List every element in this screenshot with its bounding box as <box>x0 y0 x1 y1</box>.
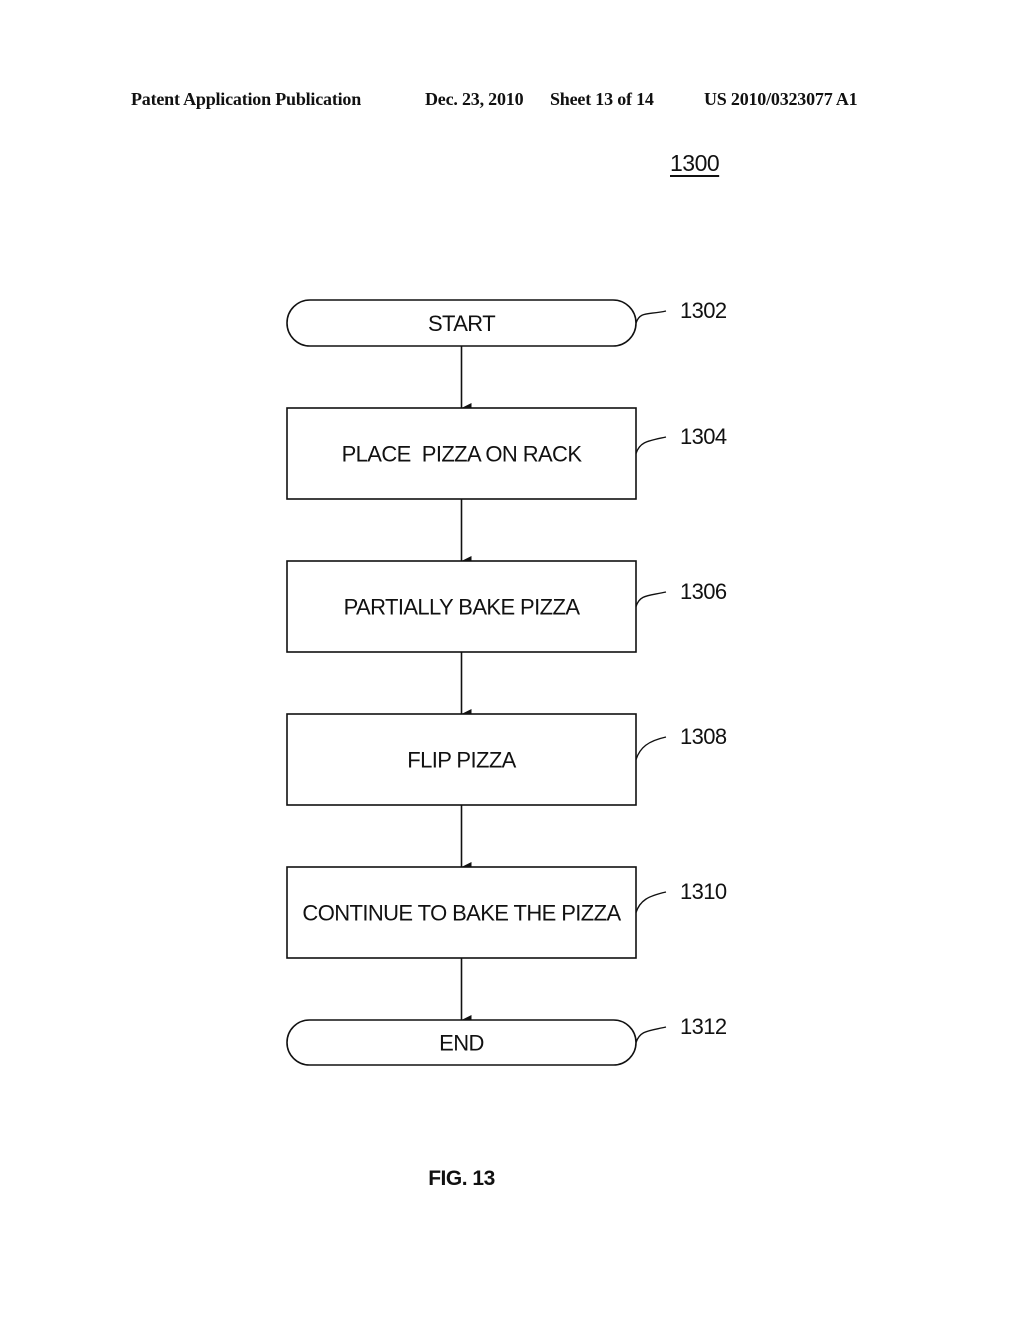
node-label: PLACE PIZZA ON RACK <box>342 442 583 467</box>
reference-leader-line <box>635 591 667 607</box>
process-node-1310: CONTINUE TO BAKE THE PIZZA 1310 <box>286 866 728 959</box>
figure-caption: FIG. 13 <box>428 1167 495 1190</box>
node-label: PARTIALLY BAKE PIZZA <box>344 595 581 620</box>
reference-numeral: 1310 <box>680 879 727 904</box>
terminal-node-start: START 1302 <box>286 298 728 347</box>
flowchart: START 1302 PLACE PIZZA ON RACK 1304 PARTIALL… <box>286 298 728 1066</box>
reference-numeral: 1306 <box>680 579 727 604</box>
node-label: START <box>428 311 495 336</box>
node-label: FLIP PIZZA <box>407 748 516 773</box>
node-label: CONTINUE TO BAKE THE PIZZA <box>302 901 621 926</box>
reference-leader-line <box>635 891 667 913</box>
reference-numeral: 1304 <box>680 424 727 449</box>
terminal-node-end: END 1312 <box>286 1014 728 1066</box>
node-label: END <box>439 1031 484 1056</box>
reference-numeral: 1308 <box>680 724 727 749</box>
process-node-1308: FLIP PIZZA 1308 <box>286 713 728 806</box>
process-node-1306: PARTIALLY BAKE PIZZA 1306 <box>286 560 728 653</box>
reference-leader-line <box>635 1026 667 1043</box>
reference-leader-line <box>635 310 667 324</box>
reference-leader-line <box>635 736 667 760</box>
reference-numeral: 1312 <box>680 1014 727 1039</box>
reference-numeral: 1302 <box>680 298 727 323</box>
process-node-1304: PLACE PIZZA ON RACK 1304 <box>286 407 728 500</box>
reference-leader-line <box>635 436 667 454</box>
